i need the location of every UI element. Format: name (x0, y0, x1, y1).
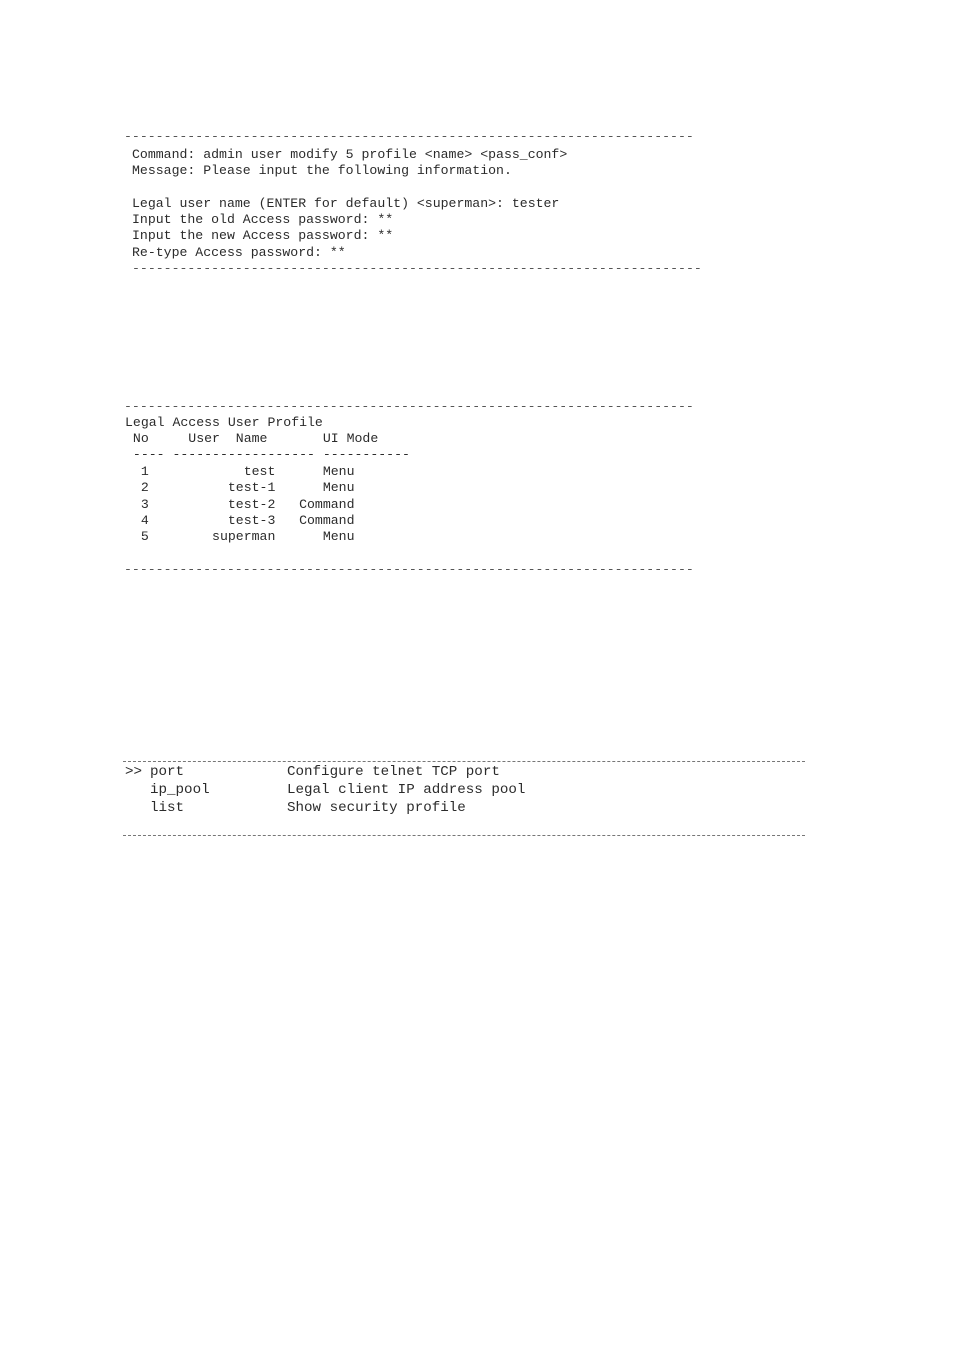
separator-top: ----------------------------------------… (124, 130, 694, 144)
table-header-underline: ---- ------------------ ----------- (125, 447, 410, 462)
table-row: 5 superman Menu (125, 529, 355, 544)
separator-bottom: ----------------------------------------… (124, 563, 694, 577)
menu-item-ip-pool-description: Legal client IP address pool (287, 782, 526, 798)
menu-item-port[interactable]: port (150, 763, 184, 781)
menu-item-list[interactable]: list (150, 799, 184, 817)
table-row: 4 test-3 Command (125, 513, 355, 528)
menu-item-port-description: Configure telnet TCP port (287, 764, 500, 780)
security-menu-block: >> port Configure telnet TCP port ip_poo… (0, 0, 805, 836)
command-line: Command: admin user modify 5 profile <na… (132, 147, 568, 162)
separator-bottom: ----------------------------------------… (132, 262, 702, 276)
separator-bottom (123, 835, 805, 836)
prompt-user-name: Legal user name (ENTER for default) <sup… (132, 196, 560, 211)
menu-item-list-description: Show security profile (287, 800, 466, 816)
prompt-retype-password: Re-type Access password: ** (132, 245, 346, 260)
table-row: 1 test Menu (125, 464, 355, 479)
menu-item-ip-pool[interactable]: ip_pool (150, 781, 210, 799)
table-row: 3 test-2 Command (125, 497, 355, 512)
table-header: No User Name UI Mode (125, 431, 379, 446)
table-title: Legal Access User Profile (125, 415, 323, 430)
menu-selector-icon: >> (125, 764, 143, 780)
prompt-old-password: Input the old Access password: ** (132, 212, 394, 227)
separator-top (123, 761, 805, 762)
table-row: 2 test-1 Menu (125, 480, 355, 495)
message-line: Message: Please input the following info… (132, 163, 512, 178)
prompt-new-password: Input the new Access password: ** (132, 228, 394, 243)
separator-top: ----------------------------------------… (124, 400, 694, 414)
